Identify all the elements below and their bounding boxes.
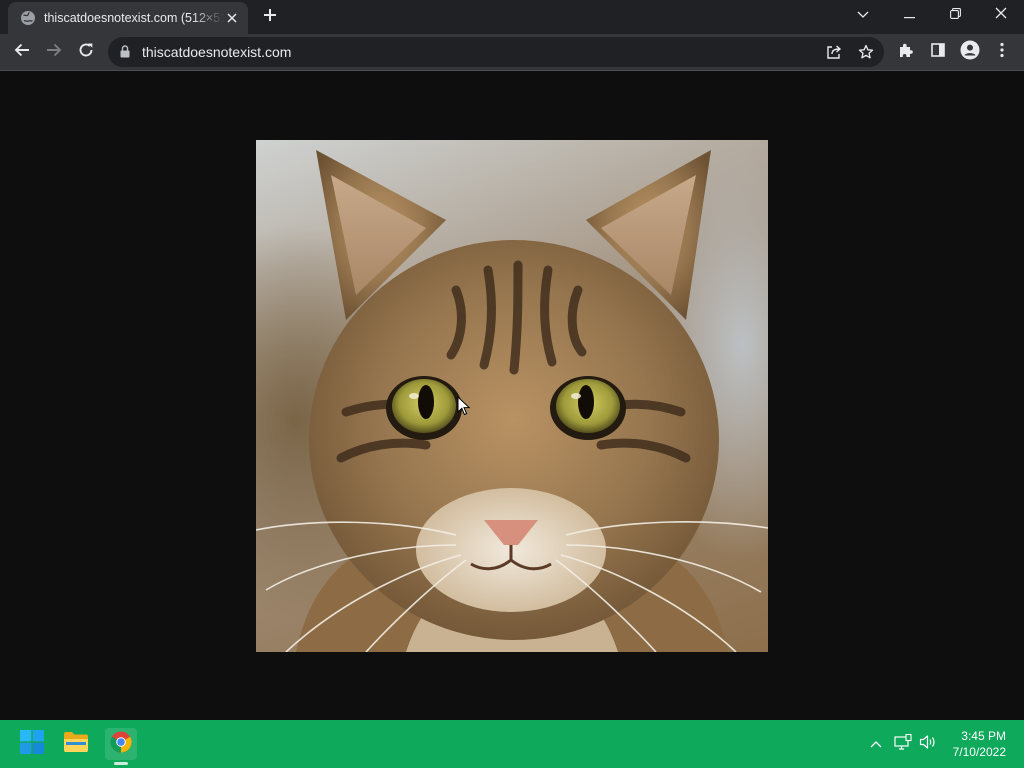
cat-illustration: [256, 150, 768, 652]
clock-time: 3:45 PM: [961, 729, 1006, 743]
url-text[interactable]: thiscatdoesnotexist.com: [142, 44, 291, 60]
file-explorer-icon: [63, 731, 89, 758]
cat-photo: [256, 140, 768, 652]
mouse-pointer-icon: [457, 396, 471, 416]
reload-button[interactable]: [70, 36, 102, 68]
network-icon: [894, 733, 912, 755]
tab-search-button[interactable]: [840, 0, 886, 30]
side-panel-icon: [931, 42, 945, 62]
close-tab-icon[interactable]: [224, 10, 240, 26]
globe-icon: [20, 10, 36, 26]
chrome-icon: [110, 731, 132, 758]
close-icon: [995, 6, 1007, 24]
new-tab-button[interactable]: [258, 7, 282, 27]
extensions-icon: [898, 42, 914, 63]
active-app-indicator: [114, 762, 128, 765]
show-hidden-icons-button[interactable]: [866, 734, 886, 754]
menu-button[interactable]: [986, 36, 1018, 68]
restore-button[interactable]: [932, 0, 978, 30]
start-button[interactable]: [16, 728, 48, 760]
system-clock[interactable]: 3:45 PM 7/10/2022: [953, 728, 1006, 760]
profile-button[interactable]: [954, 36, 986, 68]
network-button[interactable]: [893, 733, 913, 755]
file-explorer-button[interactable]: [60, 728, 92, 760]
reload-icon: [78, 42, 94, 63]
arrow-right-icon: [46, 42, 62, 63]
page-viewport: [0, 71, 1024, 720]
minimize-icon: [903, 6, 915, 24]
plus-icon: [263, 8, 277, 27]
lock-icon[interactable]: [120, 45, 130, 63]
browser-tab[interactable]: thiscatdoesnotexist.com (512×512): [8, 2, 248, 34]
tab-strip: thiscatdoesnotexist.com (512×512): [0, 0, 1024, 34]
volume-icon: [919, 734, 937, 755]
browser-toolbar: thiscatdoesnotexist.com: [0, 34, 1024, 70]
back-button[interactable]: [6, 36, 38, 68]
profile-icon: [960, 40, 980, 65]
arrow-left-icon: [14, 42, 30, 63]
forward-button[interactable]: [38, 36, 70, 68]
clock-date: 7/10/2022: [952, 745, 1006, 759]
star-icon[interactable]: [856, 42, 876, 62]
chevron-down-icon: [857, 6, 869, 24]
extensions-button[interactable]: [890, 36, 922, 68]
minimize-button[interactable]: [886, 0, 932, 30]
chevron-up-icon: [870, 735, 882, 753]
side-panel-button[interactable]: [922, 36, 954, 68]
restore-icon: [949, 6, 961, 24]
menu-icon: [1000, 42, 1004, 63]
volume-button[interactable]: [918, 734, 938, 754]
taskbar: 3:45 PM 7/10/2022: [0, 720, 1024, 768]
address-bar[interactable]: thiscatdoesnotexist.com: [108, 37, 884, 67]
windows-start-icon: [20, 729, 44, 759]
close-window-button[interactable]: [978, 0, 1024, 30]
tab-title: thiscatdoesnotexist.com (512×512): [44, 11, 224, 25]
share-icon[interactable]: [824, 42, 844, 62]
chrome-taskbar-button[interactable]: [105, 728, 137, 760]
